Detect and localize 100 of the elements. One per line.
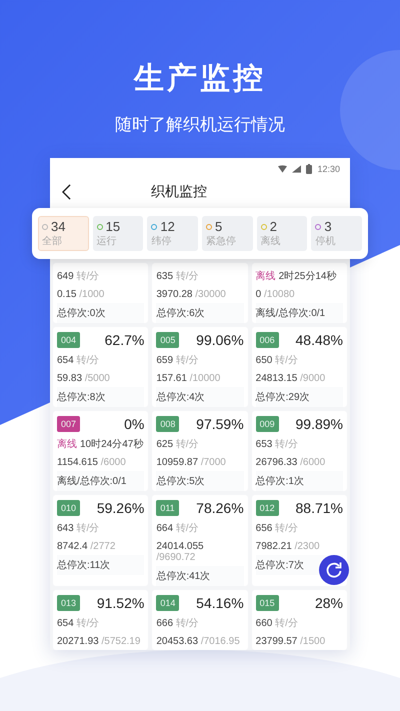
- stop-count: 总停次:4次: [156, 387, 244, 407]
- filter-count: 12: [160, 219, 175, 234]
- filter-label: 紧急停: [206, 234, 238, 248]
- efficiency-percent: 59.26%: [96, 500, 144, 516]
- filter-count: 3: [324, 219, 332, 234]
- machine-id: 012: [256, 500, 279, 516]
- wifi-icon: [278, 165, 288, 173]
- machine-id: 011: [156, 500, 179, 516]
- filter-chip[interactable]: 3 停机: [311, 216, 362, 251]
- machine-card[interactable]: 006 48.48% 650 转/分 24813.15 /9000 总停次:29次: [252, 327, 347, 407]
- efficiency-percent: 88.71%: [296, 500, 343, 516]
- screen-title: 织机监控: [151, 183, 207, 201]
- efficiency-percent: 99.06%: [196, 332, 244, 348]
- filter-label: 运行: [96, 234, 118, 248]
- filter-chip[interactable]: 34 全部: [38, 216, 89, 251]
- filter-label: 停机: [315, 234, 336, 248]
- machine-card[interactable]: 012 88.71% 656 转/分 7982.21 /2300 总停次:7次: [252, 495, 347, 586]
- stop-count: 总停次:5次: [156, 471, 244, 491]
- stop-count: 总停次:29次: [256, 387, 343, 407]
- refresh-button[interactable]: [319, 555, 349, 585]
- efficiency-percent: 48.48%: [296, 332, 343, 348]
- machine-card[interactable]: 010 59.26% 643 转/分 8742.4 /2772 总停次:11次: [53, 495, 148, 586]
- machine-id: 015: [256, 595, 279, 611]
- filter-label: 离线: [260, 234, 282, 248]
- stop-count: 总停次:11次: [57, 555, 144, 575]
- machine-id: 005: [156, 332, 180, 348]
- output-text: 157.61 /10000: [156, 372, 222, 386]
- efficiency-percent: 99.89%: [296, 416, 343, 432]
- machine-card[interactable]: 离线 2时25分14秒 0 /10080 离线/总停次:0/1: [252, 263, 347, 323]
- efficiency-percent: 91.52%: [96, 595, 144, 611]
- machine-card[interactable]: 015 28% 660 转/分 23799.57 /1500: [252, 590, 347, 650]
- filter-label: 全部: [42, 234, 63, 248]
- filter-chip[interactable]: 5 紧急停: [202, 216, 253, 251]
- output-text: 10959.87 /7000: [156, 456, 227, 470]
- back-icon[interactable]: [62, 184, 71, 200]
- offline-status: 离线: [256, 271, 276, 282]
- machine-card[interactable]: 013 91.52% 654 转/分 20271.93 /5752.19: [53, 590, 148, 650]
- efficiency-percent: 0%: [124, 416, 144, 432]
- output-text: 20271.93 /5752.19: [57, 635, 142, 649]
- machine-card[interactable]: 649 转/分 0.15 /1000 总停次:0次: [53, 263, 148, 323]
- machine-id: 009: [256, 416, 279, 432]
- efficiency-percent: 78.26%: [196, 500, 244, 516]
- speed-text: 666 转/分: [156, 617, 200, 631]
- speed-text: 649 转/分: [57, 270, 100, 284]
- speed-text: 664 转/分: [156, 522, 200, 536]
- machine-id: 007: [57, 416, 80, 432]
- speed-text: 656 转/分: [256, 522, 299, 536]
- output-text: 23799.57 /1500: [256, 635, 326, 649]
- output-text: 26796.33 /6000: [256, 456, 326, 470]
- efficiency-percent: 54.16%: [196, 595, 244, 611]
- machine-card[interactable]: 007 0% 离线 10时24分47秒 1154.615 /6000 离线/总停次:0/1: [53, 411, 148, 491]
- speed-text: 660 转/分: [256, 617, 299, 631]
- output-text: 0 /10080: [256, 288, 296, 302]
- machine-card[interactable]: 011 78.26% 664 转/分 24014.055 /9690.72 总停次:41次: [152, 495, 248, 586]
- machine-id: 004: [57, 332, 80, 348]
- output-text: 7982.21 /2300: [256, 540, 321, 554]
- offline-duration: 10时24分47秒: [80, 439, 144, 450]
- battery-icon: [306, 164, 312, 174]
- stop-count: 总停次:41次: [156, 566, 244, 586]
- offline-status: 离线: [57, 439, 77, 450]
- speed-text: 659 转/分: [156, 354, 200, 368]
- filter-chip[interactable]: 15 运行: [92, 216, 144, 251]
- machine-card[interactable]: 004 62.7% 654 转/分 59.83 /5000 总停次:8次: [53, 327, 148, 407]
- speed-text: 625 转/分: [156, 438, 200, 452]
- machine-id: 008: [156, 416, 180, 432]
- subtitle: 随时了解织机运行情况: [115, 114, 285, 136]
- offline-duration: 2时25分14秒: [278, 271, 336, 282]
- efficiency-percent: 28%: [314, 595, 343, 611]
- machine-card[interactable]: 635 转/分 3970.28 /30000 总停次:6次: [152, 263, 248, 323]
- filter-label: 纬停: [151, 234, 172, 248]
- speed-text: 654 转/分: [57, 617, 100, 631]
- signal-icon: [292, 165, 302, 173]
- machine-id: 006: [256, 332, 279, 348]
- stop-count: 总停次:1次: [256, 471, 343, 491]
- stop-count: 离线/总停次:0/1: [57, 471, 144, 491]
- speed-text: 643 转/分: [57, 522, 100, 536]
- speed-text: 654 转/分: [57, 354, 100, 368]
- machine-id: 014: [156, 595, 180, 611]
- machine-card[interactable]: 008 97.59% 625 转/分 10959.87 /7000 总停次:5次: [152, 411, 248, 491]
- efficiency-percent: 97.59%: [196, 416, 244, 432]
- machine-card[interactable]: 014 54.16% 666 转/分 20453.63 /7016.95: [152, 590, 248, 650]
- machine-card[interactable]: 005 99.06% 659 转/分 157.61 /10000 总停次:4次: [152, 327, 248, 407]
- machine-card[interactable]: 009 99.89% 653 转/分 26796.33 /6000 总停次:1次: [252, 411, 347, 491]
- output-text: 20453.63 /7016.95: [156, 635, 241, 649]
- output-text: 8742.4 /2772: [57, 540, 116, 554]
- output-text: 24014.055 /9690.72: [156, 540, 205, 565]
- filter-count: 34: [51, 219, 66, 234]
- output-text: 24813.15 /9000: [256, 372, 326, 386]
- speed-text: 650 转/分: [256, 354, 299, 368]
- machine-id: 010: [57, 500, 80, 516]
- clock: 12:30: [317, 164, 340, 174]
- speed-text: 635 转/分: [156, 270, 200, 284]
- output-text: 0.15 /1000: [57, 288, 106, 302]
- machine-id: 013: [57, 595, 80, 611]
- output-text: 59.83 /5000: [57, 372, 111, 386]
- stop-count: 总停次:0次: [57, 303, 144, 323]
- speed-text: 653 转/分: [256, 438, 299, 452]
- filter-chip[interactable]: 12 纬停: [147, 216, 198, 251]
- stop-count: 总停次:8次: [57, 387, 144, 407]
- filter-chip[interactable]: 2 离线: [256, 216, 308, 251]
